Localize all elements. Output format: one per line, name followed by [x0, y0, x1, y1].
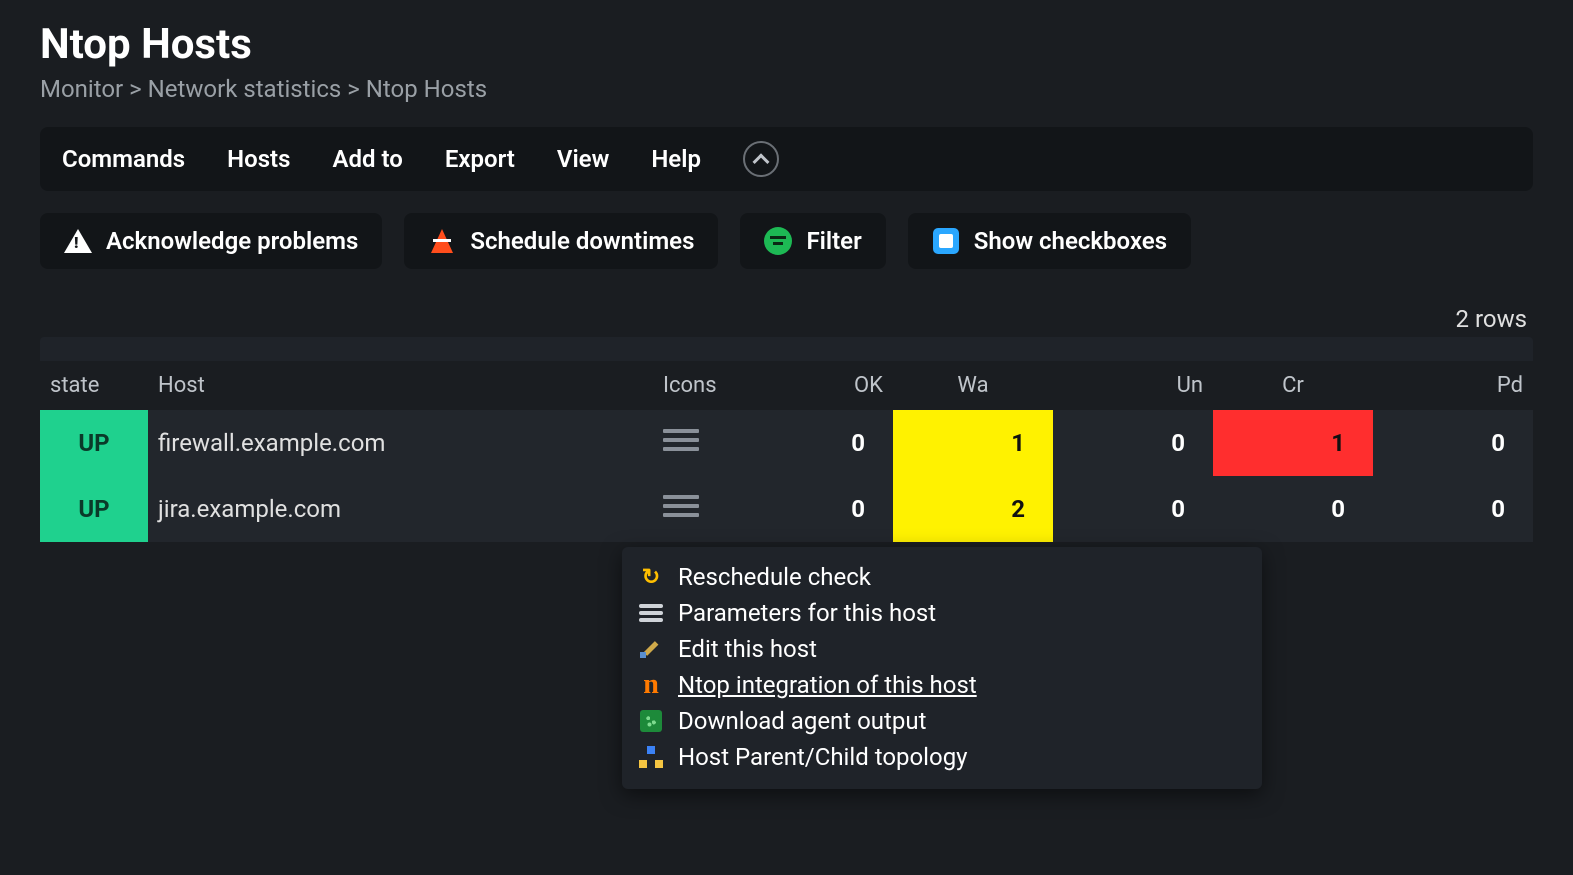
- menu-commands[interactable]: Commands: [62, 145, 185, 173]
- menu-help[interactable]: Help: [651, 145, 701, 173]
- cell-cr[interactable]: 0: [1213, 476, 1373, 542]
- context-menu-label: Download agent output: [678, 707, 926, 735]
- ntop-icon: n: [638, 672, 664, 698]
- col-icons[interactable]: Icons: [653, 361, 733, 410]
- breadcrumb-item[interactable]: Monitor: [40, 75, 123, 103]
- context-menu-label: Parameters for this host: [678, 599, 936, 627]
- context-menu-item[interactable]: Edit this host: [638, 631, 1242, 667]
- edit-icon: [638, 636, 664, 662]
- host-context-menu: ↻ Reschedule check Parameters for this hos…: [622, 547, 1262, 789]
- cell-cr[interactable]: 1: [1213, 410, 1373, 476]
- menu-hosts[interactable]: Hosts: [227, 145, 290, 173]
- row-actions[interactable]: [653, 410, 733, 476]
- table-row[interactable]: UPfirewall.example.com01010: [40, 410, 1533, 476]
- filter-button[interactable]: Filter: [740, 213, 885, 269]
- col-host[interactable]: Host: [148, 361, 653, 410]
- menu-export[interactable]: Export: [445, 145, 515, 173]
- breadcrumb-sep: >: [129, 75, 148, 103]
- menubar: Commands Hosts Add to Export View Help: [40, 127, 1533, 191]
- col-ok[interactable]: OK: [733, 361, 893, 410]
- context-menu-label: Reschedule check: [678, 563, 871, 591]
- download-icon: [638, 708, 664, 734]
- acknowledge-problems-button[interactable]: Acknowledge problems: [40, 213, 382, 269]
- col-cr[interactable]: Cr: [1213, 361, 1373, 410]
- table-row[interactable]: UPjira.example.com02000: [40, 476, 1533, 542]
- cell-pd[interactable]: 0: [1373, 410, 1533, 476]
- cell-un[interactable]: 0: [1053, 410, 1213, 476]
- checkbox-icon: [932, 227, 960, 255]
- col-un[interactable]: Un: [1053, 361, 1213, 410]
- breadcrumb-item[interactable]: Ntop Hosts: [366, 75, 487, 103]
- row-actions[interactable]: [653, 476, 733, 542]
- cone-icon: [428, 227, 456, 255]
- hamburger-icon[interactable]: [663, 490, 699, 522]
- context-menu-item[interactable]: Parameters for this host: [638, 595, 1242, 631]
- cell-ok[interactable]: 0: [733, 410, 893, 476]
- cell-pd[interactable]: 0: [1373, 476, 1533, 542]
- cell-wa[interactable]: 2: [893, 476, 1053, 542]
- context-menu-item[interactable]: Download agent output: [638, 703, 1242, 739]
- table-header-spacer: [40, 337, 1533, 361]
- context-menu-item[interactable]: ↻ Reschedule check: [638, 559, 1242, 595]
- col-state[interactable]: state: [40, 361, 148, 410]
- host-name[interactable]: jira.example.com: [148, 476, 653, 542]
- hamburger-icon[interactable]: [663, 424, 699, 456]
- action-label: Acknowledge problems: [106, 227, 358, 255]
- cell-un[interactable]: 0: [1053, 476, 1213, 542]
- menu-view[interactable]: View: [557, 145, 609, 173]
- action-label: Schedule downtimes: [470, 227, 694, 255]
- action-label: Filter: [806, 227, 861, 255]
- filter-icon: [764, 227, 792, 255]
- hosts-table-wrap: state Host Icons OK Wa Un Cr Pd UPfirewa…: [40, 337, 1533, 542]
- action-bar: Acknowledge problems Schedule downtimes …: [40, 213, 1533, 269]
- context-menu-label: Host Parent/Child topology: [678, 743, 968, 771]
- schedule-downtimes-button[interactable]: Schedule downtimes: [404, 213, 718, 269]
- context-menu-item[interactable]: n Ntop integration of this host: [638, 667, 1242, 703]
- show-checkboxes-button[interactable]: Show checkboxes: [908, 213, 1191, 269]
- context-menu-label: Edit this host: [678, 635, 817, 663]
- parameters-icon: [638, 600, 664, 626]
- row-count: 2 rows: [40, 305, 1533, 333]
- page-title: Ntop Hosts: [40, 20, 1533, 69]
- breadcrumb-item[interactable]: Network statistics: [148, 75, 342, 103]
- collapse-menubar-button[interactable]: [743, 141, 779, 177]
- context-menu-label: Ntop integration of this host: [678, 671, 977, 699]
- state-badge: UP: [40, 476, 148, 542]
- host-name[interactable]: firewall.example.com: [148, 410, 653, 476]
- warning-icon: [64, 227, 92, 255]
- col-wa[interactable]: Wa: [893, 361, 1053, 410]
- state-badge: UP: [40, 410, 148, 476]
- action-label: Show checkboxes: [974, 227, 1167, 255]
- breadcrumb: Monitor > Network statistics > Ntop Host…: [40, 75, 1533, 103]
- chevron-up-icon: [752, 153, 769, 170]
- col-pd[interactable]: Pd: [1373, 361, 1533, 410]
- context-menu-item[interactable]: Host Parent/Child topology: [638, 739, 1242, 775]
- topology-icon: [638, 744, 664, 770]
- menu-add-to[interactable]: Add to: [332, 145, 402, 173]
- cell-wa[interactable]: 1: [893, 410, 1053, 476]
- hosts-table: state Host Icons OK Wa Un Cr Pd UPfirewa…: [40, 361, 1533, 542]
- cell-ok[interactable]: 0: [733, 476, 893, 542]
- breadcrumb-sep: >: [347, 75, 366, 103]
- refresh-icon: ↻: [638, 564, 664, 590]
